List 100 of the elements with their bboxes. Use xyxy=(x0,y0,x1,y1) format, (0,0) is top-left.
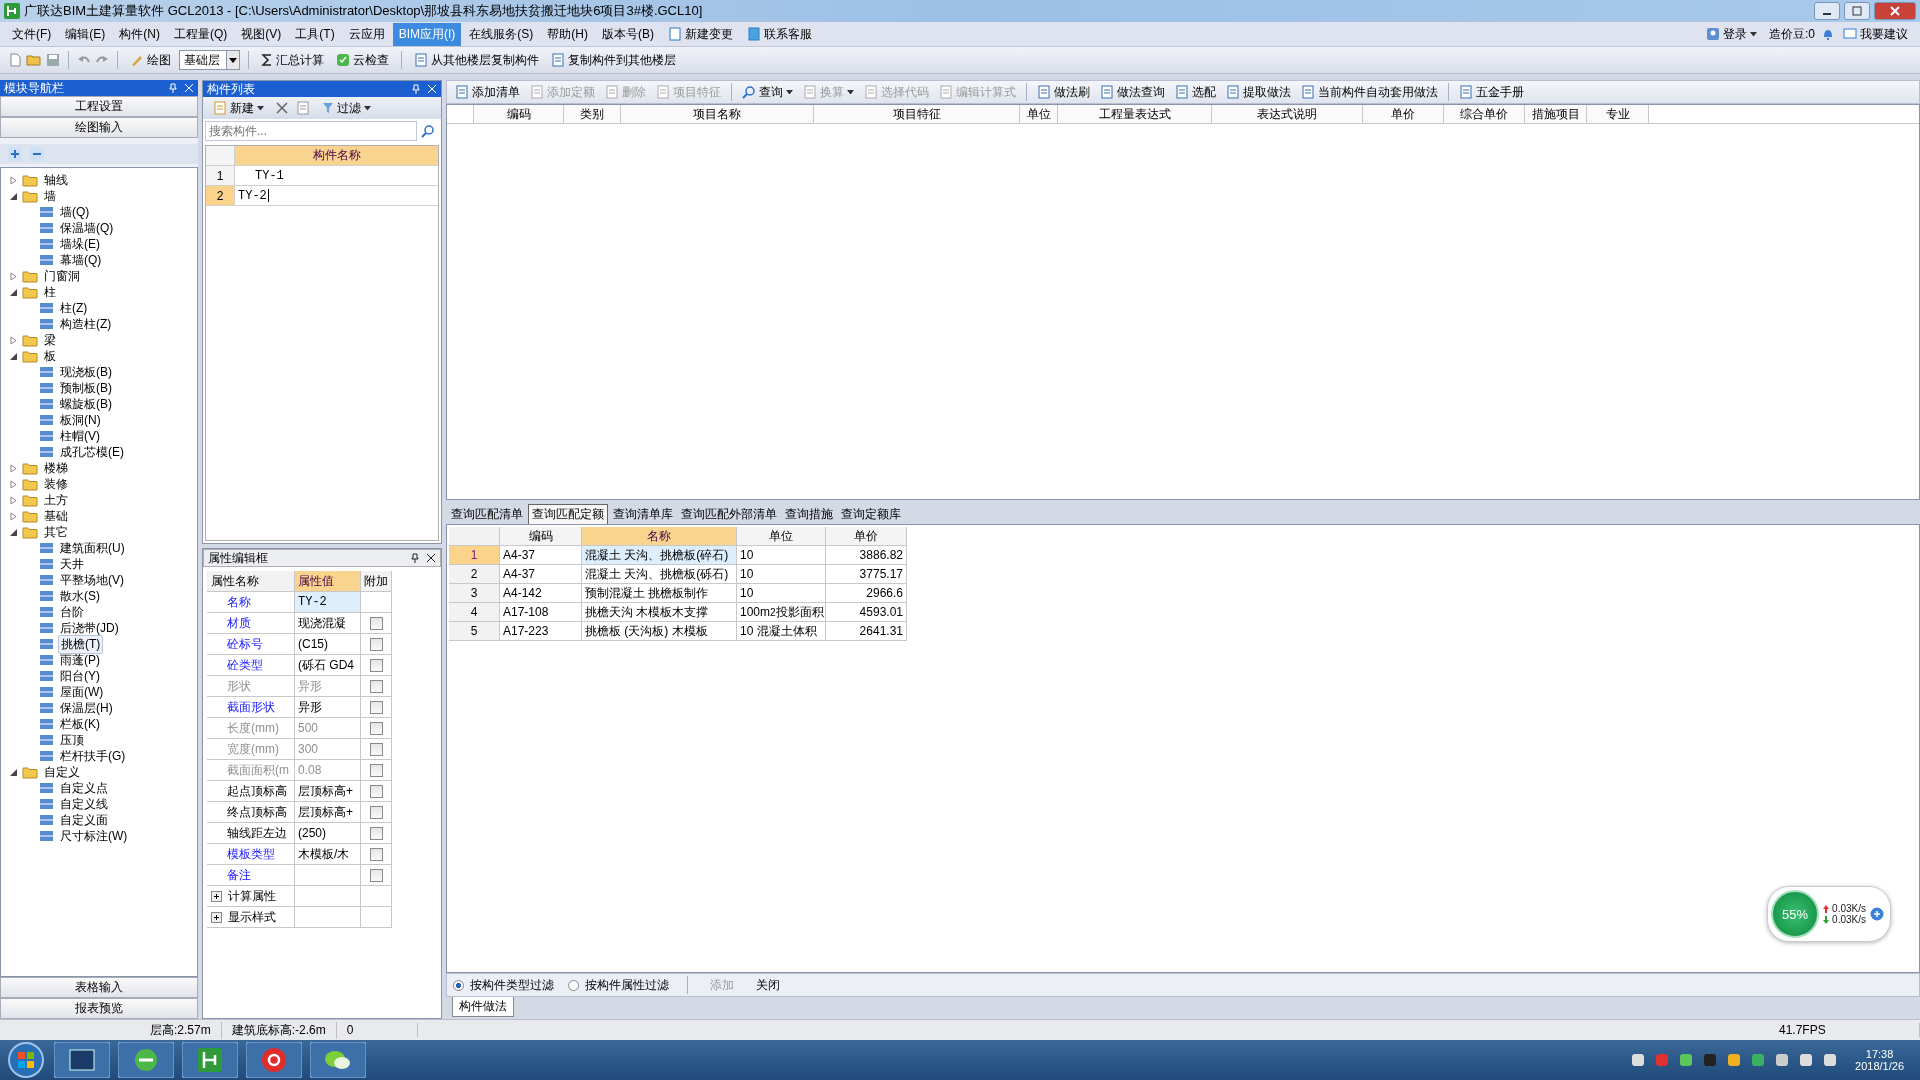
tree-item[interactable]: 保温层(H) xyxy=(58,699,115,717)
column-header[interactable]: 工程量表达式 xyxy=(1058,105,1212,123)
tree-item[interactable]: 建筑面积(U) xyxy=(58,539,127,557)
chat-app-icon[interactable] xyxy=(310,1042,366,1078)
tree-folder[interactable]: 墙 xyxy=(42,187,58,205)
property-value[interactable]: 层顶标高+ xyxy=(295,802,361,823)
tree-item[interactable]: 屋面(W) xyxy=(58,683,106,701)
network-widget[interactable]: 55% 0.03K/s 0.03K/s xyxy=(1767,886,1891,942)
search-field[interactable]: 搜索构件... xyxy=(205,121,417,141)
app-logo-icon[interactable] xyxy=(182,1042,238,1078)
collapse-arrow-icon[interactable] xyxy=(9,287,18,297)
tree-item[interactable]: 螺旋板(B) xyxy=(58,395,114,413)
tree-item[interactable]: 自定义点 xyxy=(58,779,110,797)
filter-button[interactable]: 过滤 xyxy=(318,97,375,119)
tray-icon[interactable] xyxy=(1727,1053,1742,1067)
toolbar-button[interactable]: 提取做法 xyxy=(1222,81,1295,103)
collapse-arrow-icon[interactable] xyxy=(9,527,18,537)
tree-item[interactable]: 雨蓬(P) xyxy=(58,651,102,669)
menu-item[interactable]: 编辑(E) xyxy=(59,22,112,46)
column-header[interactable]: 单价 xyxy=(1363,105,1444,123)
close-button[interactable]: 关闭 xyxy=(752,974,784,996)
menu-link[interactable]: 联系客服 xyxy=(741,22,818,46)
tree-item[interactable]: 挑檐(T) xyxy=(58,634,104,654)
login-button[interactable]: 登录 xyxy=(1700,22,1763,46)
menu-link[interactable]: 新建变更 xyxy=(662,22,739,46)
tree-item[interactable]: 墙(Q) xyxy=(58,203,92,221)
caret-icon[interactable] xyxy=(257,105,264,111)
column-header[interactable]: 单位 xyxy=(737,527,826,546)
music-app-icon[interactable] xyxy=(246,1042,302,1078)
checkbox[interactable] xyxy=(369,721,383,735)
property-value[interactable]: 层顶标高+ xyxy=(295,781,361,802)
menu-item[interactable]: 视图(V) xyxy=(235,22,288,46)
menu-item[interactable]: 构件(N) xyxy=(113,22,166,46)
tree-folder[interactable]: 装修 xyxy=(42,475,70,493)
checkbox[interactable] xyxy=(369,742,383,756)
checkbox[interactable] xyxy=(369,784,383,798)
column-header[interactable]: 项目名称 xyxy=(621,105,814,123)
tab[interactable]: 构件做法 xyxy=(452,997,514,1017)
menu-item[interactable]: 云应用 xyxy=(342,22,391,46)
component-name-cell[interactable]: TY-1 xyxy=(235,166,438,185)
toolbar-button[interactable]: 当前构件自动套用做法 xyxy=(1297,81,1442,103)
toolbar-button[interactable]: 添加清单 xyxy=(451,81,524,103)
expand-arrow-icon[interactable] xyxy=(9,175,18,185)
column-header[interactable]: 表达式说明 xyxy=(1212,105,1363,123)
tree-item[interactable]: 墙垛(E) xyxy=(58,235,102,253)
tray-icon[interactable] xyxy=(1751,1053,1766,1067)
checkbox[interactable] xyxy=(369,826,383,840)
tree-item[interactable]: 柱帽(V) xyxy=(58,427,102,445)
nav-button[interactable]: 表格输入 xyxy=(0,977,198,998)
property-value[interactable]: (C15) xyxy=(295,634,361,655)
minimize-button[interactable] xyxy=(1814,2,1840,20)
component-name-cell[interactable]: TY-2 xyxy=(235,186,438,205)
tree-folder[interactable]: 轴线 xyxy=(42,171,70,189)
tree-item[interactable]: 成孔芯模(E) xyxy=(58,443,126,461)
collapse-arrow-icon[interactable] xyxy=(9,351,18,361)
property-value[interactable]: (砾石 GD4 xyxy=(295,655,361,676)
tray-icon[interactable] xyxy=(1823,1053,1838,1067)
delete-icon[interactable] xyxy=(276,102,288,114)
cad-app-icon[interactable] xyxy=(54,1042,110,1078)
property-value[interactable]: 木模板/木 xyxy=(295,844,361,865)
new-button[interactable]: 新建 xyxy=(209,97,268,119)
browser-app-icon[interactable] xyxy=(118,1042,174,1078)
tree-item[interactable]: 栏板(K) xyxy=(58,715,102,733)
tray-icon[interactable] xyxy=(1799,1053,1814,1067)
column-header[interactable]: 构件名称 xyxy=(235,146,438,165)
checkbox[interactable] xyxy=(369,679,383,693)
column-header[interactable]: 编码 xyxy=(500,527,582,546)
tree-item[interactable]: 天井 xyxy=(58,555,86,573)
property-value[interactable]: 异形 xyxy=(295,697,361,718)
toolbar-button[interactable]: 做法查询 xyxy=(1096,81,1169,103)
tree-item[interactable]: 柱(Z) xyxy=(58,299,90,317)
new-file-icon[interactable] xyxy=(8,53,22,67)
property-group[interactable]: 计算属性 xyxy=(228,887,276,905)
checkbox[interactable] xyxy=(369,700,383,714)
tree-item[interactable]: 幕墙(Q) xyxy=(58,251,104,269)
tree-folder[interactable]: 基础 xyxy=(42,507,70,525)
checkbox[interactable] xyxy=(369,847,383,861)
checkbox[interactable] xyxy=(369,616,383,630)
tree-item[interactable]: 自定义面 xyxy=(58,811,110,829)
radio-button[interactable] xyxy=(453,979,464,991)
draw-button[interactable]: 绘图 xyxy=(126,49,175,71)
column-header[interactable]: 单价 xyxy=(826,527,907,546)
expand-arrow-icon[interactable] xyxy=(9,495,18,505)
column-header[interactable]: 项目特征 xyxy=(814,105,1020,123)
property-value[interactable]: (250) xyxy=(295,823,361,844)
expand-arrow-icon[interactable] xyxy=(9,511,18,521)
tree-item[interactable]: 保温墙(Q) xyxy=(58,219,116,237)
floor-select[interactable]: 基础层 xyxy=(179,50,240,70)
column-header[interactable]: 措施项目 xyxy=(1525,105,1587,123)
tab[interactable]: 查询定额库 xyxy=(838,505,904,524)
property-value[interactable]: TY-2 xyxy=(295,592,361,613)
tab[interactable]: 查询清单库 xyxy=(610,505,676,524)
tab[interactable]: 查询匹配定额 xyxy=(528,504,608,524)
suggest-button[interactable]: 我要建议 xyxy=(1837,22,1914,46)
tree-folder[interactable]: 楼梯 xyxy=(42,459,70,477)
tree-folder[interactable]: 自定义 xyxy=(42,763,82,781)
tree-item[interactable]: 自定义线 xyxy=(58,795,110,813)
tree-folder[interactable]: 柱 xyxy=(42,283,58,301)
caret-icon[interactable] xyxy=(786,89,793,95)
tray-icon[interactable] xyxy=(1775,1053,1790,1067)
